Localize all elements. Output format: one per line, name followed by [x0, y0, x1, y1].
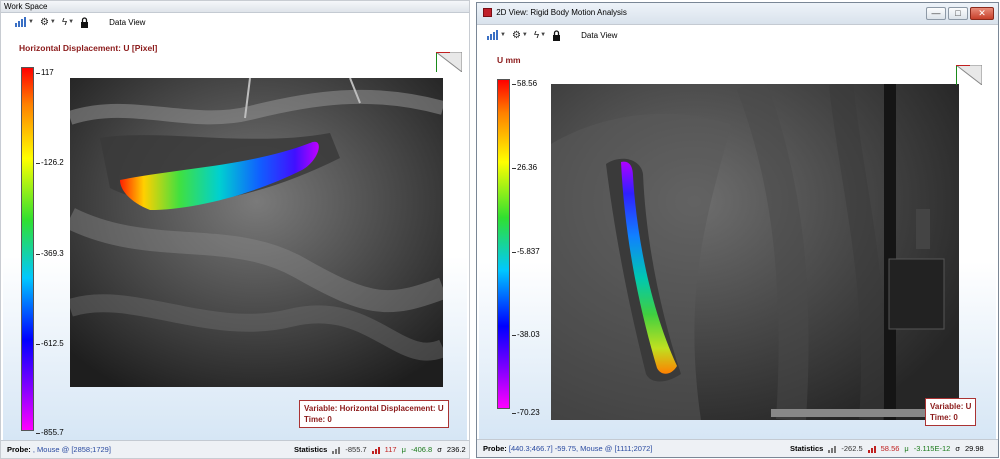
lightning-icon[interactable]: ϟ ▼: [534, 28, 546, 42]
stat-mean: -406.8: [410, 445, 433, 454]
lock-icon[interactable]: [552, 28, 561, 42]
max-icon: [371, 446, 380, 454]
window-controls: — □ ✕: [926, 7, 994, 20]
variable-title: Horizontal Displacement: U [Pixel]: [19, 43, 158, 53]
sigma-icon: σ: [955, 444, 960, 453]
colorbar-tick: -126.2: [36, 158, 64, 167]
specimen-image: [551, 84, 959, 420]
colorbar-tick: -855.7: [36, 428, 64, 437]
view-window: 2D View: Rigid Body Motion Analysis — □ …: [476, 2, 999, 458]
lightning-icon[interactable]: ϟ ▼: [62, 15, 74, 29]
colorbar: [497, 79, 510, 409]
info-variable: Variable: U: [930, 402, 972, 411]
colorbar-tick: -5.837: [512, 247, 540, 256]
colorbar-tick: -612.5: [36, 339, 64, 348]
min-icon: [332, 446, 341, 454]
stat-min: -855.7: [345, 445, 367, 454]
variable-title: U mm: [497, 55, 521, 65]
colorbar-tick: -38.03: [512, 330, 540, 339]
data-view-button[interactable]: Data View: [109, 18, 145, 27]
stat-max: 117: [384, 445, 397, 454]
colorbar-tick: -369.3: [36, 249, 64, 258]
stat-min: -262.5: [841, 444, 863, 453]
stat-max: 58.56: [880, 444, 900, 453]
statistics-label: Statistics: [294, 445, 328, 454]
info-box: Variable: U Time: 0: [925, 398, 977, 426]
view-canvas[interactable]: U mm 58.56 26.36 -5.837 -38.03 -70.23 Va…: [479, 45, 996, 439]
colorbar-tick: 117: [36, 68, 54, 77]
corner-marker: [956, 65, 982, 85]
minimize-button[interactable]: —: [926, 7, 946, 20]
info-time: Time: 0: [930, 413, 958, 422]
colorbar-tick: 26.36: [511, 163, 538, 172]
mean-icon: μ: [401, 445, 406, 454]
probe-value: , Mouse @ [2858;1729]: [32, 445, 111, 454]
workspace-title: Work Space: [1, 1, 469, 13]
colorbar: [21, 67, 34, 431]
probe-label: Probe:: [7, 445, 31, 454]
app-icon: [483, 8, 492, 18]
probe-label: Probe:: [483, 444, 507, 453]
gear-icon[interactable]: ⚙ ▼: [40, 15, 56, 29]
info-time: Time: 0: [304, 415, 332, 424]
max-icon: [867, 445, 876, 453]
view-window-titlebar[interactable]: 2D View: Rigid Body Motion Analysis — □ …: [477, 3, 998, 25]
probe-value: [440.3;466.7] -59.75, Mouse @ [1111;2072…: [508, 444, 653, 453]
stat-sigma: 236.2: [446, 445, 466, 454]
workspace-pane: Work Space ▼ ⚙ ▼ ϟ ▼ Data View Horizontal …: [0, 0, 470, 459]
maximize-button[interactable]: □: [948, 7, 968, 20]
min-icon: [828, 445, 837, 453]
status-bar: Probe: [440.3;466.7] -59.75, Mouse @ [11…: [477, 439, 998, 457]
mean-icon: μ: [904, 444, 909, 453]
stat-sigma: 29.98: [964, 444, 984, 453]
view-window-title: 2D View: Rigid Body Motion Analysis: [496, 8, 627, 17]
workspace-toolbar: ▼ ⚙ ▼ ϟ ▼ Data View: [1, 13, 469, 31]
colorbar-tick: 58.56: [511, 79, 538, 88]
colorbar-tick: -70.23: [512, 408, 540, 417]
corner-marker: [436, 52, 462, 72]
bar-chart-icon[interactable]: ▼: [15, 15, 34, 29]
info-variable: Variable: Horizontal Displacement: U: [304, 404, 444, 413]
view-toolbar: ▼ ⚙ ▼ ϟ ▼ Data View: [477, 26, 998, 44]
stat-mean: -3.115E-12: [913, 444, 951, 453]
specimen-image: [70, 78, 443, 387]
sigma-icon: σ: [437, 445, 442, 454]
lock-icon[interactable]: [80, 15, 89, 29]
statistics-label: Statistics: [790, 444, 824, 453]
data-view-button[interactable]: Data View: [581, 31, 617, 40]
close-button[interactable]: ✕: [970, 7, 994, 20]
info-box: Variable: Horizontal Displacement: U Tim…: [299, 400, 449, 428]
workspace-view[interactable]: Horizontal Displacement: U [Pixel] 117 -…: [3, 32, 467, 440]
status-bar: Probe: , Mouse @ [2858;1729] Statistics …: [1, 440, 469, 458]
bar-chart-icon[interactable]: ▼: [487, 28, 506, 42]
gear-icon[interactable]: ⚙ ▼: [512, 28, 528, 42]
